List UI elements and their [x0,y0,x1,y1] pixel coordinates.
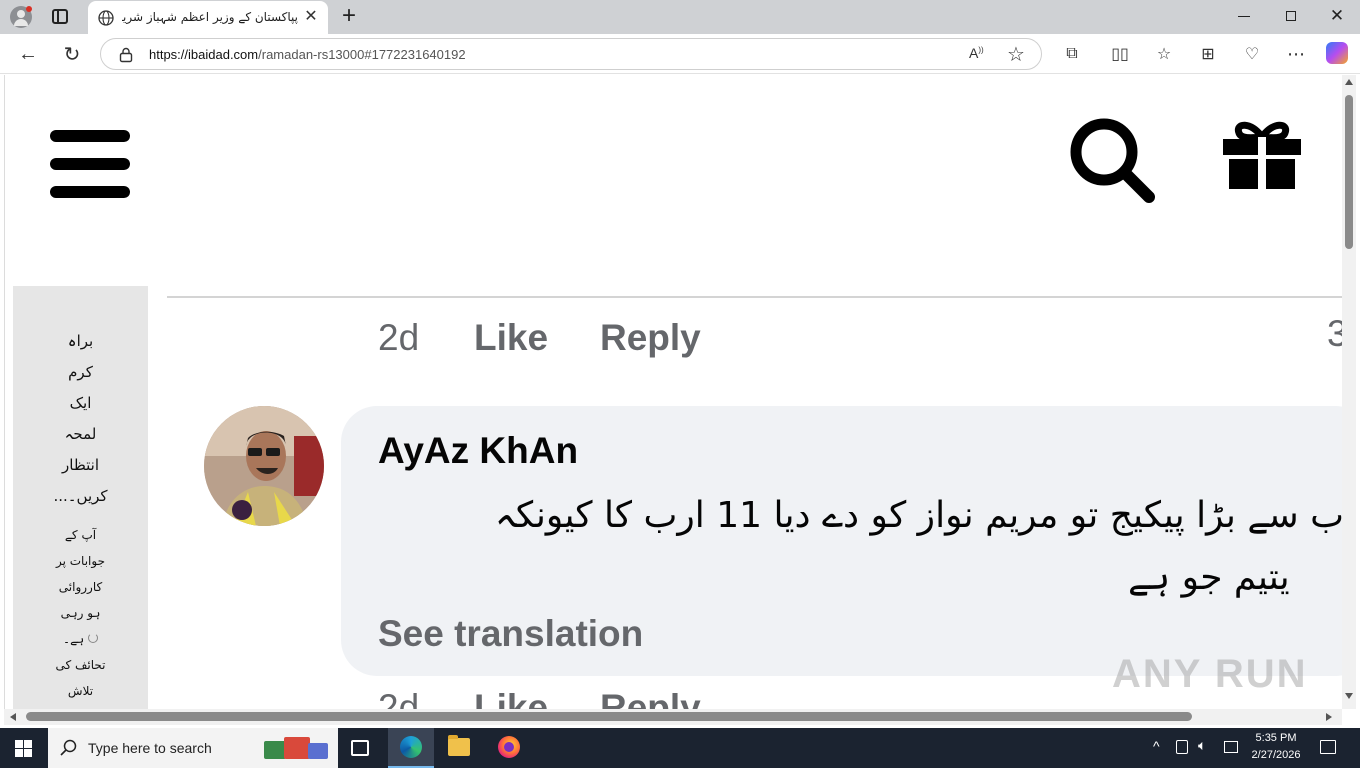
avatar[interactable] [204,406,324,526]
url-text[interactable]: https://ibaidad.com/ramadan-rs13000#1772… [149,47,466,62]
file-explorer-icon[interactable] [448,735,470,756]
close-tab-icon[interactable]: ✕ [302,8,320,26]
horizontal-scrollbar[interactable] [4,709,1342,725]
tab-title: پپاکستان کے وزیر اعظم شہباز شریف [122,10,298,24]
copilot-icon[interactable] [1326,42,1348,64]
scroll-up-icon[interactable] [1345,79,1353,85]
close-window-icon[interactable]: ✕ [1328,6,1346,26]
wait-line: لمحہ [64,425,97,443]
user-photo [204,406,324,526]
reply-button[interactable]: Reply [600,687,701,709]
profile-avatar-icon[interactable] [10,6,32,28]
status-line-text: ہے۔ [63,632,85,646]
wait-line: کرم [68,363,93,381]
url-path: /ramadan-rs13000#1772231640192 [258,47,466,62]
tab-active[interactable]: پپاکستان کے وزیر اعظم شہباز شریف ✕ [88,1,328,34]
hamburger-menu-icon[interactable] [50,130,130,198]
ethernet-icon[interactable] [1224,741,1238,753]
collections-icon[interactable]: ⊞ [1196,42,1220,66]
loading-sidebar: براہ کرم ایک لمحہ انتظار ...کریں۔ آپ کے … [13,286,148,709]
horizontal-scroll-thumb[interactable] [26,712,1192,721]
processing-status: آپ کے جوابات پر کارروائی ہو رہی ہے۔ تحائ… [13,522,148,704]
scroll-down-icon[interactable] [1345,693,1353,699]
reaction-count: 3 [1327,313,1342,355]
edge-taskbar-button[interactable] [388,728,434,768]
status-line: آپ کے [64,528,97,542]
read-aloud-icon[interactable]: A)) [969,45,984,61]
edge-icon [400,736,422,758]
browser-toolbar: ← ↻ https://ibaidad.com/ramadan-rs13000#… [0,34,1360,74]
status-line: تحائف کی [55,658,106,672]
windows-taskbar: Type here to search ^ 🔈︎ 5:35 PM 2/27/20… [0,728,1360,768]
search-icon[interactable] [1067,115,1157,203]
status-line: کارروائی [58,580,103,594]
wait-line: ...کریں۔ [53,487,108,505]
tab-strip: پپاکستان کے وزیر اعظم شہباز شریف ✕ + ✕ [0,0,1360,34]
url-host: https://ibaidad.com [149,47,259,62]
gift-icon[interactable] [1221,119,1303,191]
vertical-scroll-thumb[interactable] [1345,95,1353,249]
scroll-right-icon[interactable] [1326,713,1332,721]
wait-line: انتظار [62,456,99,474]
comment-time[interactable]: 2d [378,687,419,709]
clock-date[interactable]: 2/27/2026 [1244,749,1308,761]
browser-essentials-icon[interactable]: ♡ [1240,42,1264,66]
scroll-left-icon[interactable] [10,713,16,721]
comment-text: ب سے بڑا پیکیج تو مریم نواز کو دے دیا 11… [378,485,1342,609]
section-divider [167,296,1342,298]
status-line: ہو رہی [60,606,101,620]
firefox-icon[interactable] [498,736,520,758]
lock-icon[interactable] [119,47,133,63]
refresh-icon[interactable]: ↻ [60,42,84,66]
like-button[interactable]: Like [474,687,548,709]
spinner-icon [87,633,98,643]
web-page: براہ کرم ایک لمحہ انتظار ...کریں۔ آپ کے … [4,75,1342,709]
address-bar[interactable]: https://ibaidad.com/ramadan-rs13000#1772… [100,38,1042,70]
wait-line: براہ [67,332,94,350]
globe-icon [98,10,114,26]
show-hidden-icons-icon[interactable]: ^ [1153,738,1160,754]
clock-time[interactable]: 5:35 PM [1244,732,1308,744]
volume-icon[interactable]: 🔈︎ [1198,737,1206,754]
search-placeholder: Type here to search [88,740,212,756]
windows-start-icon[interactable] [15,740,32,757]
status-line: تلاش [67,684,94,698]
favorite-star-icon[interactable]: ☆ [1007,42,1025,67]
extensions-icon[interactable]: ⧉ [1060,42,1084,66]
search-icon [60,739,77,756]
favorites-icon[interactable]: ☆ [1152,42,1176,66]
status-line: جوابات پر [55,554,106,568]
task-view-icon[interactable] [351,740,369,756]
comment-text-line: ب سے بڑا پیکیج تو مریم نواز کو دے دیا 11… [494,495,1342,536]
notifications-icon[interactable] [1320,740,1336,754]
network-icon[interactable] [1176,740,1188,754]
split-screen-icon[interactable]: ▯▯ [1108,42,1132,66]
restore-icon[interactable] [1286,11,1296,21]
more-menu-icon[interactable]: ⋯ [1284,42,1308,66]
search-highlight-icon [264,735,328,761]
like-button[interactable]: Like [474,317,548,359]
back-icon[interactable]: ← [16,42,40,66]
comment-author[interactable]: AyAz KhAn [378,430,578,472]
tab-actions-icon[interactable] [52,9,68,24]
see-translation-link[interactable]: See translation [378,613,643,655]
reply-button[interactable]: Reply [600,317,701,359]
minimize-icon[interactable] [1238,16,1250,17]
anyrun-watermark: ANY RUN [1112,652,1308,696]
comment-time[interactable]: 2d [378,317,419,359]
status-line: ہے۔ [13,626,148,652]
new-tab-button[interactable]: + [338,3,360,29]
please-wait-message: براہ کرم ایک لمحہ انتظار ...کریں۔ [13,326,148,512]
wait-line: ایک [69,394,92,412]
vertical-scrollbar[interactable] [1342,75,1356,709]
taskbar-search-box[interactable]: Type here to search [48,728,338,768]
comment-text-line: یتیم جو ہے [1128,557,1290,598]
